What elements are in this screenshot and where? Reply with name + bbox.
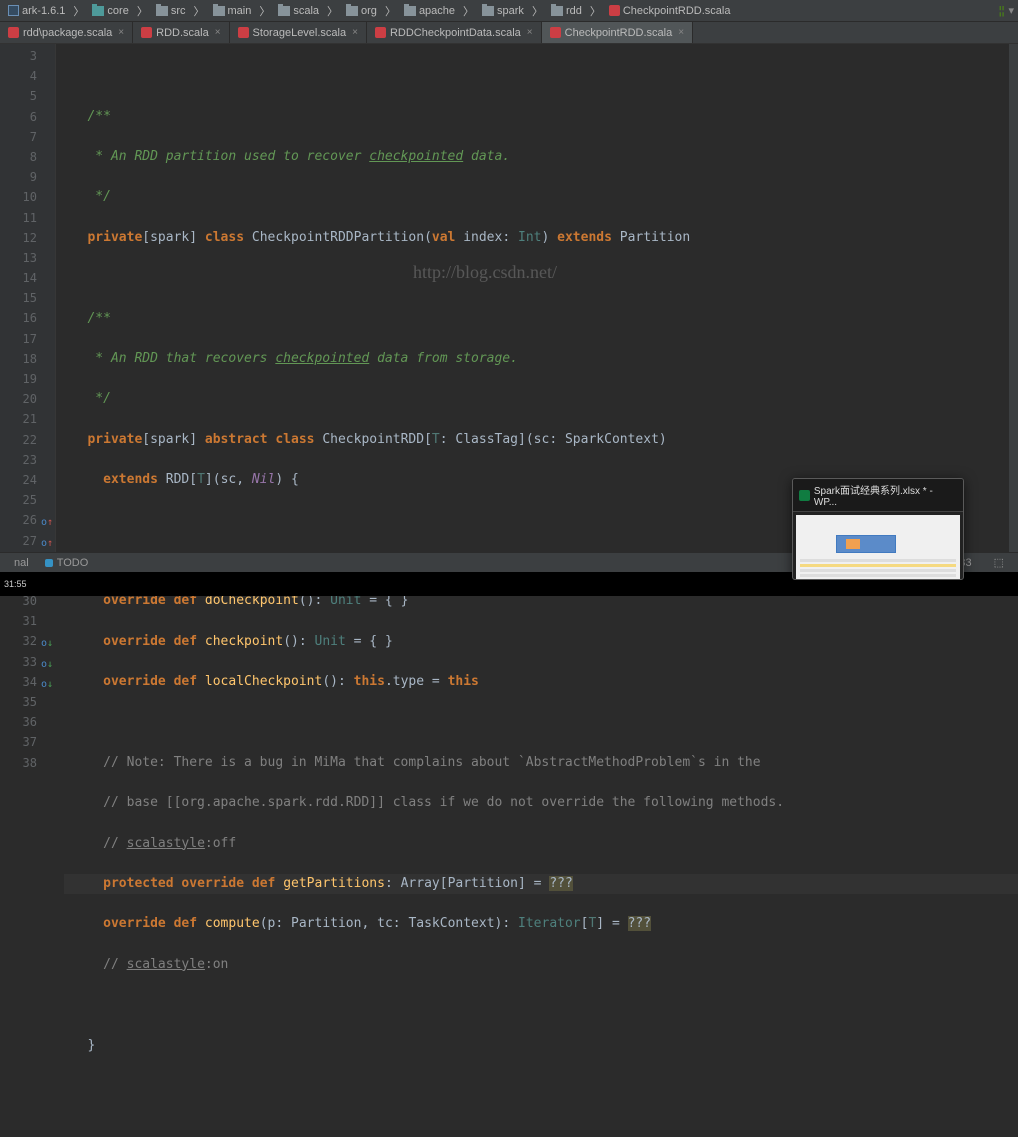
scala-file-icon: [609, 5, 620, 16]
toolwindow-todo[interactable]: TODO: [37, 557, 97, 569]
line-gutter: 3456789101112131415161718192021222324252…: [0, 44, 56, 556]
folder-icon: [278, 6, 290, 16]
breadcrumb-item[interactable]: scala: [274, 5, 323, 17]
breadcrumb-item[interactable]: org: [342, 5, 381, 17]
toolwindow-terminal[interactable]: nal: [6, 557, 37, 569]
clock: 31:55: [4, 579, 27, 589]
excel-icon: [799, 490, 810, 501]
tab-rddcheckpointdata[interactable]: RDDCheckpointData.scala×: [367, 22, 542, 43]
close-icon[interactable]: ×: [527, 27, 533, 38]
chevron-right-icon: 〉: [586, 3, 605, 19]
preview-thumbnail: [796, 515, 960, 580]
folder-icon: [551, 6, 563, 16]
breadcrumb-item[interactable]: rdd: [547, 5, 586, 17]
folder-icon: [404, 6, 416, 16]
folder-icon: [482, 6, 494, 16]
tab-checkpointrdd[interactable]: CheckpointRDD.scala×: [542, 22, 693, 43]
close-icon[interactable]: ×: [678, 27, 684, 38]
scala-file-icon: [550, 27, 561, 38]
module-icon: [92, 6, 104, 16]
breadcrumb-item[interactable]: spark: [478, 5, 528, 17]
taskbar-preview[interactable]: Spark面试经典系列.xlsx * - WP...: [792, 478, 964, 580]
breadcrumb-item[interactable]: CheckpointRDD.scala: [605, 5, 735, 17]
todo-icon: [45, 559, 53, 567]
breadcrumb-bar: ark-1.6.1 〉 core 〉 src 〉 main 〉 scala 〉 …: [0, 0, 1018, 22]
close-icon[interactable]: ×: [118, 27, 124, 38]
preview-title: Spark面试经典系列.xlsx * - WP...: [793, 479, 963, 512]
module-icon: [8, 5, 19, 16]
status-indicator[interactable]: ⬚: [986, 556, 1012, 569]
breadcrumb-item[interactable]: main: [209, 5, 256, 17]
chevron-right-icon: 〉: [69, 3, 88, 19]
close-icon[interactable]: ×: [215, 27, 221, 38]
make-icon[interactable]: ¦¦: [999, 5, 1005, 17]
scala-file-icon: [238, 27, 249, 38]
breadcrumb-item[interactable]: ark-1.6.1: [4, 5, 69, 17]
dropdown-icon[interactable]: ▾: [1008, 4, 1014, 17]
folder-icon: [346, 6, 358, 16]
breadcrumb-item[interactable]: core: [88, 5, 132, 17]
close-icon[interactable]: ×: [352, 27, 358, 38]
scala-file-icon: [8, 27, 19, 38]
scala-file-icon: [375, 27, 386, 38]
chevron-right-icon: 〉: [381, 3, 400, 19]
tab-rdd[interactable]: RDD.scala×: [133, 22, 229, 43]
chevron-right-icon: 〉: [255, 3, 274, 19]
chevron-right-icon: 〉: [528, 3, 547, 19]
chevron-right-icon: 〉: [133, 3, 152, 19]
folder-icon: [156, 6, 168, 16]
tab-package[interactable]: rdd\package.scala×: [0, 22, 133, 43]
breadcrumb-item[interactable]: src: [152, 5, 190, 17]
chevron-right-icon: 〉: [459, 3, 478, 19]
chevron-right-icon: 〉: [323, 3, 342, 19]
scala-file-icon: [141, 27, 152, 38]
chevron-right-icon: 〉: [190, 3, 209, 19]
editor-tabs: rdd\package.scala× RDD.scala× StorageLev…: [0, 22, 1018, 44]
folder-icon: [213, 6, 225, 16]
scrollbar[interactable]: [1008, 44, 1018, 556]
toolbar-right: ¦¦ ▾: [999, 4, 1014, 17]
tab-storagelevel[interactable]: StorageLevel.scala×: [230, 22, 367, 43]
breadcrumb-item[interactable]: apache: [400, 5, 459, 17]
